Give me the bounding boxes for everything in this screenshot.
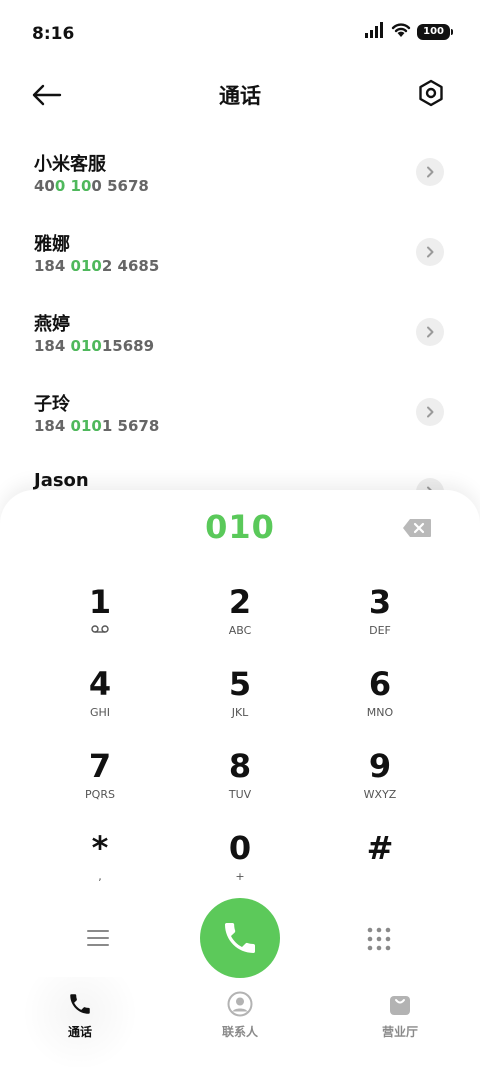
nav-label: 通话 [67, 1025, 92, 1039]
key-letters: PQRS [85, 788, 115, 801]
key-digit: 9 [368, 747, 392, 785]
nav-calls[interactable]: 通话 [0, 977, 160, 1067]
battery-icon: 100 [417, 24, 453, 40]
key-3[interactable]: 3 DEF [310, 582, 450, 644]
key-digit: # [366, 829, 394, 867]
key-digit: 8 [228, 747, 252, 785]
contact-number: 184 0101 5678 [34, 417, 160, 435]
hexagon-gear-icon [419, 79, 443, 107]
dialpad-grid-icon [367, 927, 391, 951]
person-circle-icon [227, 991, 253, 1017]
header: 通话 [0, 68, 480, 122]
key-digit: 5 [228, 665, 252, 703]
keypad-toggle-button[interactable] [366, 926, 392, 952]
contact-row[interactable]: 小米客服 400 100 5678 [0, 140, 480, 220]
key-digit: 7 [88, 747, 112, 785]
contact-detail-button[interactable] [416, 158, 444, 186]
page-title: 通话 [219, 84, 261, 108]
chevron-right-icon [427, 246, 434, 258]
key-4[interactable]: 4 GHI [30, 664, 170, 726]
status-icons: 100 [365, 22, 453, 42]
chevron-right-icon [427, 166, 434, 178]
nav-label: 营业厅 [381, 1025, 418, 1039]
key-9[interactable]: 9 WXYZ [310, 746, 450, 808]
key-letters: ABC [228, 624, 252, 637]
key-star[interactable]: * , [30, 828, 170, 890]
settings-button[interactable] [416, 78, 450, 112]
screen: 8:16 100 通话 小米客服 400 100 5678 雅娜 184 010… [0, 0, 480, 1067]
phone-icon [70, 994, 90, 1014]
key-letters: , [98, 870, 102, 883]
key-digit: 1 [88, 583, 112, 621]
key-letters [91, 624, 109, 638]
contact-number: 184 0102 4685 [34, 257, 160, 275]
key-letters: TUV [228, 788, 252, 801]
key-7[interactable]: 7 PQRS [30, 746, 170, 808]
key-digit: * [91, 829, 109, 867]
key-digit: 4 [88, 665, 112, 703]
key-digit: 2 [228, 583, 252, 621]
nav-contacts[interactable]: 联系人 [160, 977, 320, 1067]
wifi-icon [391, 22, 411, 42]
keypad: 1 2 ABC 3 DEF 4 GHI 5 JKL 6 MNO 7 PQRS 8… [30, 582, 450, 890]
contact-number: 184 01015689 [34, 337, 155, 355]
contact-row[interactable]: 子玲 184 0101 5678 [0, 380, 480, 460]
key-letters: + [235, 870, 245, 883]
key-1[interactable]: 1 [30, 582, 170, 644]
contact-detail-button[interactable] [416, 238, 444, 266]
status-time: 8:16 [32, 24, 75, 44]
key-letters: GHI [89, 706, 111, 719]
dial-actions [0, 898, 480, 980]
key-letters: DEF [369, 624, 391, 637]
key-digit: 0 [228, 829, 252, 867]
bottom-nav: 通话 联系人 营业厅 [0, 977, 480, 1067]
voicemail-icon [91, 625, 109, 633]
key-8[interactable]: 8 TUV [170, 746, 310, 808]
phone-icon [225, 923, 255, 953]
key-5[interactable]: 5 JKL [170, 664, 310, 726]
chevron-right-icon [427, 406, 434, 418]
key-letters: WXYZ [363, 788, 397, 801]
signal-icon [365, 22, 385, 42]
menu-button[interactable] [86, 928, 112, 950]
key-letters: JKL [231, 706, 249, 719]
contact-list: 小米客服 400 100 5678 雅娜 184 0102 4685 燕婷 18… [0, 140, 480, 540]
contact-name: 雅娜 [34, 234, 70, 255]
key-hash[interactable]: # [310, 828, 450, 890]
status-bar: 8:16 100 [0, 0, 480, 68]
key-6[interactable]: 6 MNO [310, 664, 450, 726]
call-button[interactable] [200, 898, 280, 978]
contact-name: Jason [34, 470, 89, 491]
contact-row[interactable]: 燕婷 184 01015689 [0, 300, 480, 380]
menu-icon [87, 930, 109, 946]
contact-detail-button[interactable] [416, 398, 444, 426]
contact-detail-button[interactable] [416, 318, 444, 346]
dialpad-sheet: 010 1 2 ABC 3 DEF 4 GHI 5 JKL 6 MNO 7 PQ… [0, 490, 480, 1067]
key-letters: MNO [366, 706, 394, 719]
key-digit: 3 [368, 583, 392, 621]
nav-label: 联系人 [221, 1025, 258, 1039]
contact-number: 400 100 5678 [34, 177, 149, 195]
key-digit: 6 [368, 665, 392, 703]
chevron-right-icon [427, 326, 434, 338]
key-0[interactable]: 0 + [170, 828, 310, 890]
backspace-button[interactable] [402, 518, 432, 538]
contact-name: 小米客服 [34, 154, 106, 175]
shopping-bag-icon [390, 996, 410, 1015]
nav-store[interactable]: 营业厅 [320, 977, 480, 1067]
key-2[interactable]: 2 ABC [170, 582, 310, 644]
contact-name: 子玲 [34, 394, 70, 415]
backspace-icon [403, 519, 431, 537]
contact-name: 燕婷 [34, 314, 70, 335]
contact-row[interactable]: 雅娜 184 0102 4685 [0, 220, 480, 300]
